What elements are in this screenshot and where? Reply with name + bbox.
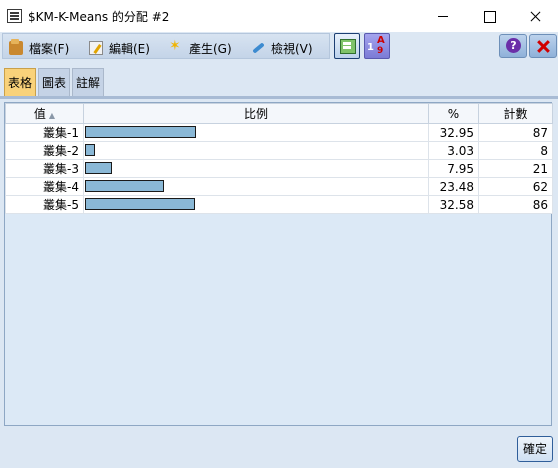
cell-proportion: [83, 177, 429, 196]
table-row[interactable]: 叢集-1 32.95 87: [5, 123, 553, 142]
folder-icon: [9, 39, 23, 55]
table-app-icon: [7, 9, 22, 23]
cell-count: 21: [478, 159, 553, 178]
table-row[interactable]: 叢集-4 23.48 62: [5, 177, 553, 196]
table-row[interactable]: 叢集-3 7.95 21: [5, 159, 553, 178]
close-view-button[interactable]: [529, 34, 557, 58]
cell-percent: 3.03: [428, 141, 479, 160]
cell-value: 叢集-5: [5, 195, 84, 214]
tab-divider: [0, 96, 558, 99]
header-count[interactable]: 計數: [478, 103, 553, 124]
cell-percent: 23.48: [428, 177, 479, 196]
view-icon: [251, 41, 265, 55]
menu-edit[interactable]: 編輯(E): [89, 39, 150, 57]
table-header-row: 值 比例 % 計數: [5, 103, 553, 124]
title-bar: $KM-K-Means 的分配 #2: [0, 0, 558, 32]
cell-value: 叢集-1: [5, 123, 84, 142]
tab-graph[interactable]: 圖表: [38, 68, 71, 96]
menu-view-label: 檢視(V): [271, 41, 313, 56]
cell-count: 86: [478, 195, 553, 214]
menu-bar: 檔案(F) 編輯(E) 產生(G) 檢視(V): [0, 32, 558, 62]
cell-proportion: [83, 141, 429, 160]
proportion-bar: [85, 180, 164, 192]
menu-file[interactable]: 檔案(F): [9, 39, 69, 57]
cell-proportion: [83, 123, 429, 142]
tab-strip: 表格 圖表 註解: [0, 62, 558, 98]
proportion-bar: [85, 162, 112, 174]
distribution-table: 值 比例 % 計數 叢集-1 32.9587 叢集-2 3.038 叢集-3 7.9521…: [5, 103, 553, 214]
header-percent[interactable]: %: [428, 103, 479, 124]
sort-button[interactable]: 1 A 9: [364, 33, 390, 59]
cell-value: 叢集-4: [5, 177, 84, 196]
tab-table[interactable]: 表格: [4, 68, 37, 96]
proportion-bar: [85, 198, 195, 210]
cell-percent: 32.58: [428, 195, 479, 214]
cell-value: 叢集-3: [5, 159, 84, 178]
tab-notes[interactable]: 註解: [72, 68, 105, 96]
menu-file-label: 檔案(F): [29, 41, 70, 56]
window-title: $KM-K-Means 的分配 #2: [28, 10, 170, 24]
help-button[interactable]: [499, 34, 527, 58]
copy-table-button[interactable]: [334, 33, 360, 59]
minimize-button[interactable]: [420, 0, 466, 32]
sort-icon: 1: [367, 42, 374, 53]
cell-proportion: [83, 159, 429, 178]
cell-proportion: [83, 195, 429, 214]
menu-edit-label: 編輯(E): [109, 41, 150, 56]
menu-strip: 檔案(F) 編輯(E) 產生(G) 檢視(V): [2, 33, 330, 59]
header-value[interactable]: 值: [5, 103, 84, 124]
cell-count: 62: [478, 177, 553, 196]
cell-percent: 7.95: [428, 159, 479, 178]
cell-value: 叢集-2: [5, 141, 84, 160]
ok-button[interactable]: 確定: [517, 436, 553, 462]
menu-generate[interactable]: 產生(G): [169, 38, 232, 57]
close-window-button[interactable]: [512, 0, 558, 32]
header-proportion[interactable]: 比例: [83, 103, 429, 124]
menu-generate-label: 產生(G): [189, 41, 232, 56]
generate-icon: [169, 38, 183, 55]
cell-percent: 32.95: [428, 123, 479, 142]
sort-ascending-icon: [46, 107, 55, 121]
maximize-button[interactable]: [466, 0, 512, 32]
edit-icon: [89, 41, 103, 55]
proportion-bar: [85, 126, 196, 138]
menu-view[interactable]: 檢視(V): [251, 39, 313, 57]
proportion-bar: [85, 144, 95, 156]
table-panel: 值 比例 % 計數 叢集-1 32.9587 叢集-2 3.038 叢集-3 7.9521…: [4, 102, 553, 426]
table-row[interactable]: 叢集-5 32.58 86: [5, 195, 553, 214]
cell-count: 8: [478, 141, 553, 160]
table-row[interactable]: 叢集-2 3.03 8: [5, 141, 553, 160]
cell-count: 87: [478, 123, 553, 142]
